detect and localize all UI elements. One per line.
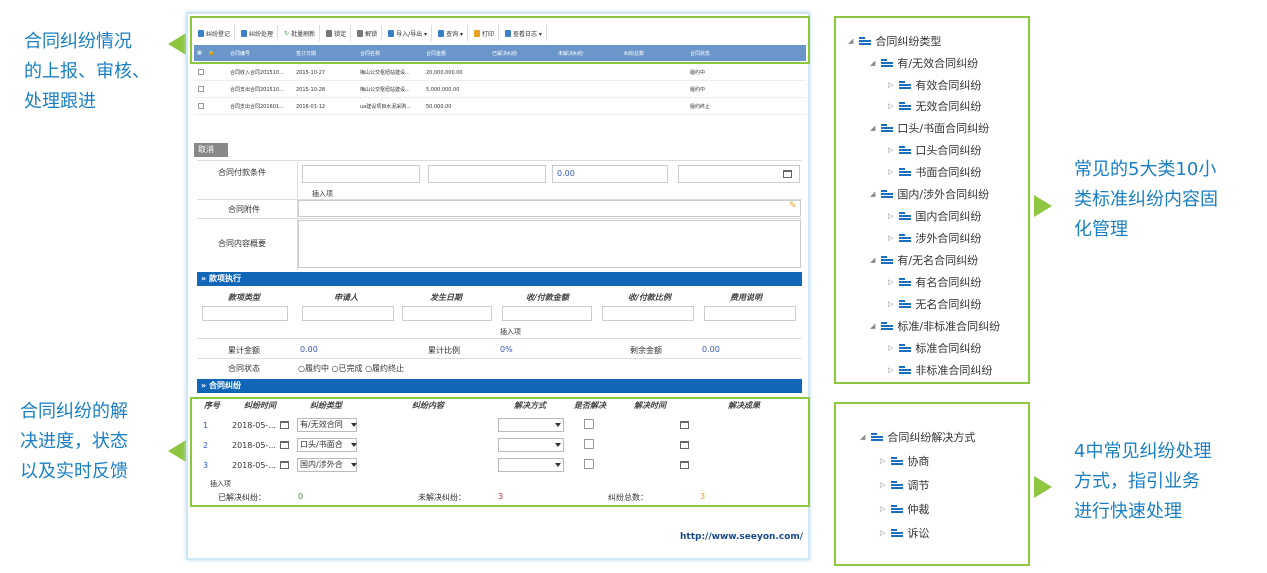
status-label: 合同状态 xyxy=(228,364,260,373)
radio-icon[interactable]: ○ xyxy=(365,364,372,373)
amount-field[interactable] xyxy=(502,306,592,321)
applicant-field[interactable] xyxy=(302,306,394,321)
list-icon xyxy=(899,145,912,155)
tree-methods-panel xyxy=(834,402,1030,566)
table-row[interactable]: 合同收入合同201510... 2015-10-27 梅山公交枢纽站建设... … xyxy=(194,65,806,81)
total-ratio-label: 累计比例 xyxy=(428,346,460,355)
tree-leaf[interactable]: ▷ 协商 xyxy=(880,453,929,469)
date-field[interactable] xyxy=(402,306,492,321)
dispute-section-header: » 合同纠纷 xyxy=(197,379,802,393)
summary-textarea[interactable] xyxy=(298,220,801,268)
tree-leaf[interactable]: ▷ 无效合同纠纷 xyxy=(888,98,981,114)
tree-leaf[interactable]: ▷ 仲裁 xyxy=(880,501,929,517)
callout-methods: 4中常见纠纷处理 方式，指引业务 进行快速处理 xyxy=(1074,441,1212,522)
list-icon xyxy=(859,36,872,46)
total-amount-label: 累计金额 xyxy=(228,346,260,355)
list-icon xyxy=(899,101,912,111)
payment-section-header: » 款项执行 xyxy=(197,272,802,286)
tree-leaf[interactable]: ▷ 国内合同纠纷 xyxy=(888,208,981,224)
insert-item-link[interactable]: 插入项 xyxy=(500,327,521,337)
attachment-label: 合同附件 xyxy=(228,205,260,214)
list-icon xyxy=(891,456,904,466)
cancel-button[interactable]: 取消 xyxy=(194,143,228,157)
list-icon xyxy=(899,365,912,375)
payment-col-note: 费用说明 xyxy=(730,293,762,302)
row-checkbox[interactable] xyxy=(198,85,204,92)
list-icon xyxy=(871,432,884,442)
payment-date-input[interactable] xyxy=(428,165,546,183)
list-icon xyxy=(899,277,912,287)
remaining-value: 0.00 xyxy=(702,345,720,354)
tree-group[interactable]: ◢ 标准/非标准合同纠纷 xyxy=(870,318,1000,334)
tree-group[interactable]: ◢ 口头/书面合同纠纷 xyxy=(870,120,989,136)
list-icon xyxy=(899,80,912,90)
total-ratio-value: 0% xyxy=(500,345,513,354)
payment-terms-label: 合同付款条件 xyxy=(218,168,266,177)
table-row[interactable]: 合同支出合同201601... 2016-01-12 ua建设项目水泥采购...… xyxy=(194,99,806,115)
list-icon xyxy=(899,233,912,243)
tree-leaf[interactable]: ▷ 无名合同纠纷 xyxy=(888,296,981,312)
tree-root-types[interactable]: ◢ 合同纠纷类型 xyxy=(848,33,941,49)
tree-leaf[interactable]: ▷ 书面合同纠纷 xyxy=(888,164,981,180)
calendar-icon[interactable] xyxy=(783,170,792,178)
arrow-bottom-left xyxy=(168,440,186,462)
callout-progress: 合同纠纷的解 决进度，状态 以及实时反馈 xyxy=(20,401,128,482)
tree-leaf[interactable]: ▷ 涉外合同纠纷 xyxy=(888,230,981,246)
paperclip-icon[interactable]: ✎ xyxy=(789,201,797,211)
payment-amount-input[interactable]: 0.00 xyxy=(552,165,668,183)
list-icon xyxy=(891,504,904,514)
tree-leaf[interactable]: ▷ 调节 xyxy=(880,477,929,493)
payment-col-ratio: 收/付款比例 xyxy=(628,293,671,302)
summary-label: 合同内容概要 xyxy=(218,239,266,248)
list-icon xyxy=(899,167,912,177)
payment-note-input[interactable] xyxy=(678,165,800,183)
payment-col-date: 发生日期 xyxy=(430,293,462,302)
note-field[interactable] xyxy=(704,306,796,321)
tree-leaf[interactable]: ▷ 非标准合同纠纷 xyxy=(888,362,992,378)
arrow-top-right xyxy=(1034,195,1052,217)
arrow-top-left xyxy=(168,33,186,55)
tree-root-methods[interactable]: ◢ 合同纠纷解决方式 xyxy=(860,429,975,445)
highlight-toolbar xyxy=(190,16,810,64)
tree-leaf[interactable]: ▷ 有效合同纠纷 xyxy=(888,77,981,93)
payment-col-type: 款项类型 xyxy=(228,293,260,302)
row-checkbox[interactable] xyxy=(198,68,204,75)
radio-icon[interactable]: ○ xyxy=(332,364,339,373)
tree-leaf[interactable]: ▷ 标准合同纠纷 xyxy=(888,340,981,356)
status-radio-group[interactable]: ○履约中 ○已完成 ○履约终止 xyxy=(298,363,404,374)
table-row[interactable]: 合同支出合同201510... 2015-10-28 梅山公交枢纽站建设... … xyxy=(194,82,806,98)
ratio-field[interactable] xyxy=(602,306,694,321)
list-icon xyxy=(899,211,912,221)
list-icon xyxy=(881,189,894,199)
payment-type-input[interactable] xyxy=(302,165,420,183)
payment-type-field[interactable] xyxy=(202,306,288,321)
list-icon xyxy=(881,123,894,133)
list-icon xyxy=(899,343,912,353)
tree-leaf[interactable]: ▷ 诉讼 xyxy=(880,525,929,541)
website-url[interactable]: http://www.seeyon.com/ xyxy=(680,532,803,542)
total-amount-value: 0.00 xyxy=(300,345,318,354)
tree-leaf[interactable]: ▷ 口头合同纠纷 xyxy=(888,142,981,158)
attachment-field[interactable] xyxy=(298,200,801,217)
list-icon xyxy=(899,299,912,309)
tree-group[interactable]: ◢ 有/无效合同纠纷 xyxy=(870,55,978,71)
list-icon xyxy=(881,58,894,68)
list-icon xyxy=(891,480,904,490)
tree-group[interactable]: ◢ 国内/涉外合同纠纷 xyxy=(870,186,989,202)
tree-leaf[interactable]: ▷ 有名合同纠纷 xyxy=(888,274,981,290)
row-checkbox[interactable] xyxy=(198,102,204,109)
list-icon xyxy=(881,255,894,265)
tree-group[interactable]: ◢ 有/无名合同纠纷 xyxy=(870,252,978,268)
list-icon xyxy=(891,528,904,538)
callout-types: 常见的5大类10小 类标准纠纷内容固 化管理 xyxy=(1074,159,1218,240)
arrow-bottom-right xyxy=(1034,476,1052,498)
payment-col-amount: 收/付款金额 xyxy=(526,293,569,302)
list-icon xyxy=(881,321,894,331)
highlight-disputes xyxy=(190,397,810,507)
remaining-label: 剩余金额 xyxy=(630,346,662,355)
insert-item-link[interactable]: 插入项 xyxy=(312,189,333,199)
callout-report: 合同纠纷情况 的上报、审核、 处理跟进 xyxy=(24,31,150,112)
payment-col-applicant: 申请人 xyxy=(334,293,358,302)
radio-icon[interactable]: ○ xyxy=(298,364,305,373)
